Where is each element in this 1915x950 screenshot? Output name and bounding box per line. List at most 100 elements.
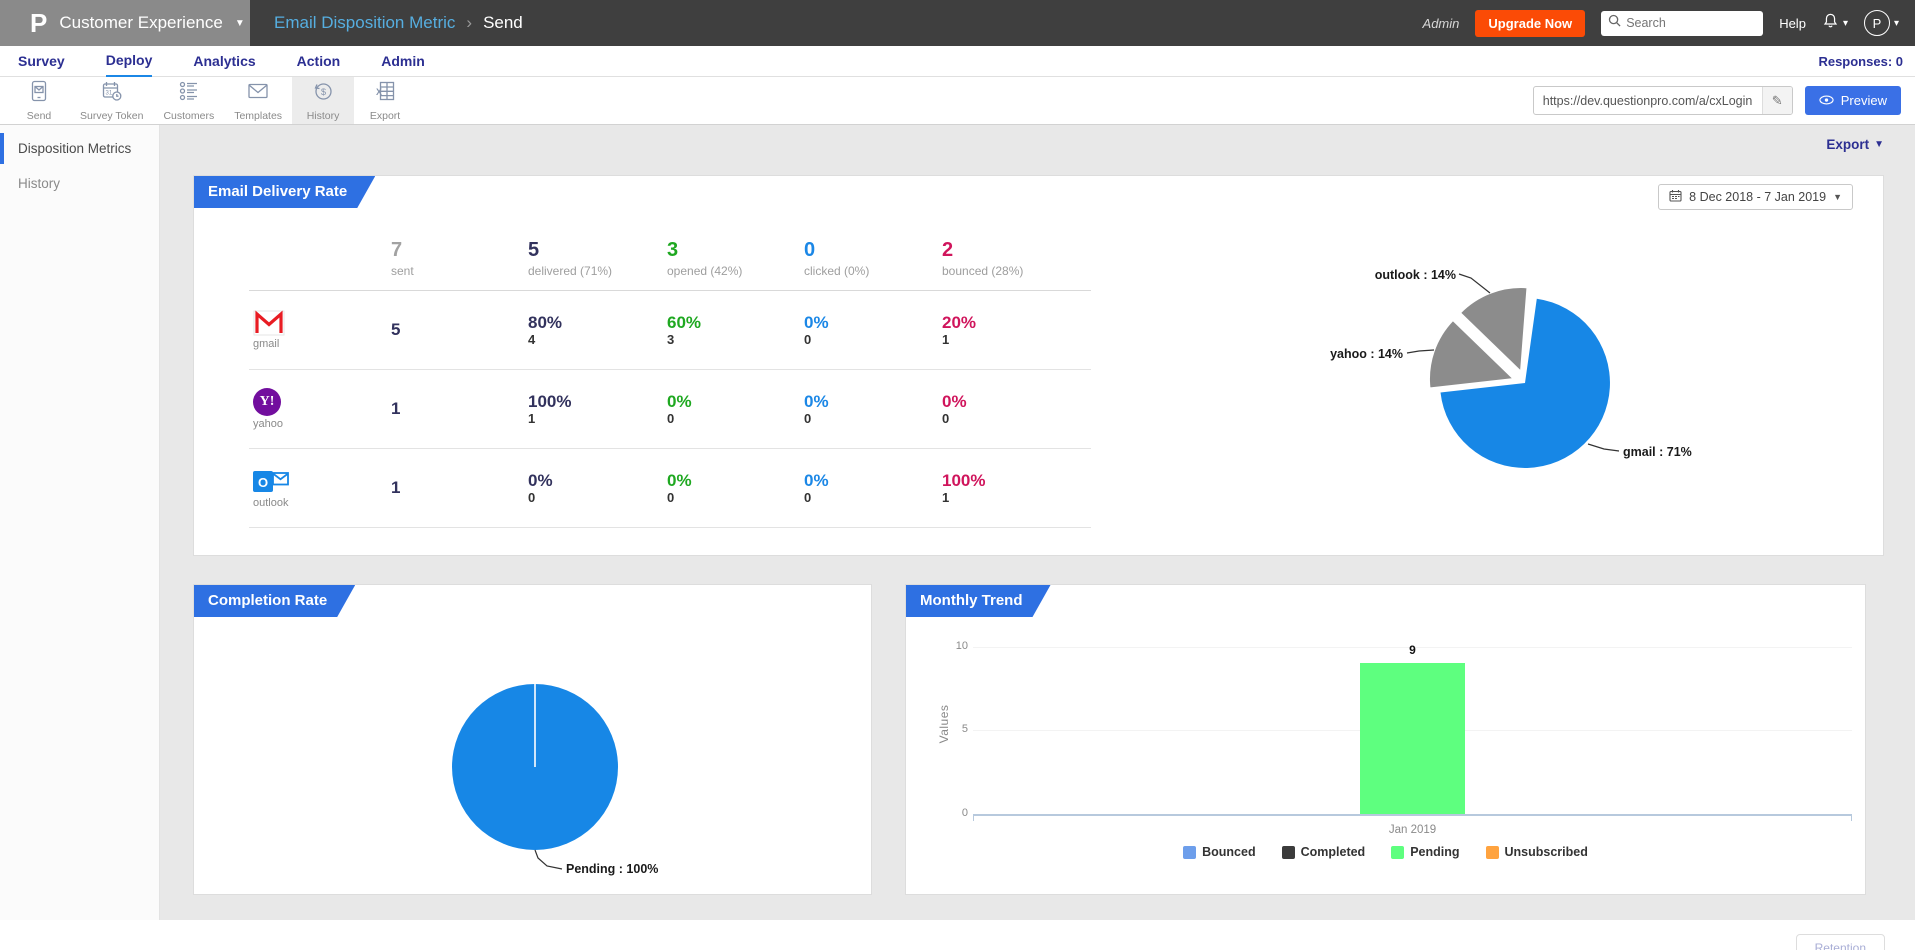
nav-tab-admin[interactable]: Admin: [381, 47, 425, 76]
toolbar-item-send[interactable]: Send: [8, 77, 70, 124]
history-clock-icon: $: [312, 80, 334, 107]
legend-item-bounced[interactable]: Bounced: [1183, 845, 1255, 859]
main-area: Disposition Metrics History Export ▼ Ema…: [0, 125, 1915, 920]
stat-delivered: 5 delivered (71%): [528, 238, 667, 278]
panel-title-ribbon: Completion Rate: [194, 585, 355, 617]
monthly-trend-panel: Monthly Trend Values 10 5 0 9 Jan 2019 B…: [905, 584, 1866, 895]
toolbar-item-templates[interactable]: Templates: [224, 77, 292, 124]
chevron-right-icon: ›: [466, 13, 472, 33]
x-tick-jan2019: Jan 2019: [1310, 824, 1515, 836]
export-label: Export: [1826, 137, 1869, 152]
toolbar-item-label: Export: [370, 110, 400, 122]
nav-tab-analytics[interactable]: Analytics: [193, 47, 255, 76]
bar-value-label: 9: [1360, 643, 1465, 657]
header-actions: Admin Upgrade Now Help ▾ P ▾: [1423, 10, 1915, 37]
breadcrumb-survey-name[interactable]: Email Disposition Metric: [274, 13, 455, 33]
caret-down-icon: ▼: [235, 18, 245, 29]
export-dropdown[interactable]: Export ▼: [1826, 137, 1884, 152]
nav-tab-deploy[interactable]: Deploy: [106, 46, 153, 77]
toolbar-item-label: Send: [27, 110, 52, 122]
table-row-outlook: O outlook 1 0%0 0%0 0%0 100%1: [249, 449, 1091, 528]
stat-opened: 3 opened (42%): [667, 238, 804, 278]
x-axis-line: [973, 814, 1852, 821]
panel-title-ribbon: Monthly Trend: [906, 585, 1051, 617]
stat-sent: 7 sent: [391, 238, 528, 278]
caret-down-icon: ▼: [1833, 192, 1842, 202]
toolbar-item-label: Templates: [234, 110, 282, 122]
edit-pencil-icon[interactable]: ✎: [1762, 87, 1792, 114]
bar-pending-jan2019[interactable]: [1360, 663, 1465, 814]
yahoo-icon: Y!: [253, 388, 281, 416]
nav-tab-action[interactable]: Action: [297, 47, 341, 76]
envelope-icon: [247, 80, 269, 107]
completion-pie-chart: Pending : 100%: [194, 615, 873, 896]
phone-mail-icon: [28, 80, 50, 107]
legend-item-pending[interactable]: Pending: [1391, 845, 1459, 859]
customers-list-icon: [178, 80, 200, 107]
content-area: Export ▼ Email Delivery Rate 8 Dec 2018 …: [160, 125, 1915, 920]
table-row-gmail: gmail 5 80%4 60%3 0%0 20%1: [249, 291, 1091, 370]
completion-rate-panel: Completion Rate Pending : 100%: [193, 584, 872, 895]
nav-tab-survey[interactable]: Survey: [18, 47, 65, 76]
breadcrumb-page-name: Send: [483, 13, 523, 33]
toolbar-item-label: Customers: [163, 110, 214, 122]
sidebar-item-disposition-metrics[interactable]: Disposition Metrics: [0, 133, 159, 164]
bell-icon: [1822, 12, 1839, 34]
sidebar-item-history[interactable]: History: [0, 168, 159, 199]
table-row-yahoo: Y! yahoo 1 100%1 0%0 0%0 0%0: [249, 370, 1091, 449]
account-menu[interactable]: P ▾: [1864, 10, 1899, 36]
legend-swatch-completed: [1282, 846, 1295, 859]
svg-text:31: 31: [105, 90, 112, 96]
global-search[interactable]: [1601, 11, 1763, 36]
pie-label-pending: Pending : 100%: [566, 862, 658, 876]
toolbar-item-customers[interactable]: Customers: [153, 77, 224, 124]
left-sidebar: Disposition Metrics History: [0, 125, 160, 920]
delivery-pie-chart: outlook : 14% yahoo : 14% gmail : 71%: [1238, 221, 1858, 521]
workspace-switcher[interactable]: P Customer Experience ▼: [0, 0, 250, 46]
preview-button-label: Preview: [1841, 93, 1887, 108]
upgrade-now-button[interactable]: Upgrade Now: [1475, 10, 1585, 37]
gmail-icon: [253, 310, 285, 336]
y-tick-10: 10: [938, 640, 968, 652]
caret-down-icon: ▾: [1843, 18, 1848, 29]
svg-text:X: X: [376, 87, 382, 97]
search-icon: [1608, 14, 1621, 32]
toolbar-item-survey-token[interactable]: 31 Survey Token: [70, 77, 153, 124]
notifications-menu[interactable]: ▾: [1822, 12, 1848, 34]
workspace-name: Customer Experience: [59, 13, 222, 33]
pie-label-yahoo: yahoo : 14%: [1330, 347, 1403, 361]
calendar-clock-icon: 31: [101, 80, 123, 107]
primary-nav: Survey Deploy Analytics Action Admin Res…: [0, 46, 1915, 77]
caret-down-icon: ▾: [1894, 18, 1899, 29]
pie-label-gmail: gmail : 71%: [1623, 445, 1692, 459]
legend-item-unsubscribed[interactable]: Unsubscribed: [1486, 845, 1588, 859]
survey-url-input[interactable]: [1534, 94, 1762, 108]
toolbar-item-label: Survey Token: [80, 110, 143, 122]
deploy-toolbar: Send 31 Survey Token Customers Templates…: [0, 77, 1915, 125]
questionpro-logo-icon: P: [30, 10, 47, 36]
admin-label[interactable]: Admin: [1423, 16, 1460, 31]
breadcrumb: Email Disposition Metric › Send: [274, 13, 523, 33]
stat-bounced: 2 bounced (28%): [942, 238, 1091, 278]
avatar: P: [1864, 10, 1890, 36]
svg-text:$: $: [321, 87, 326, 97]
preview-button[interactable]: Preview: [1805, 86, 1901, 115]
toolbar-right: ✎ Preview: [1533, 77, 1915, 124]
excel-export-icon: X: [374, 80, 396, 107]
retention-tab[interactable]: Retention: [1796, 934, 1885, 950]
eye-icon: [1819, 93, 1834, 108]
app-window: P Customer Experience ▼ Email Dispositio…: [0, 0, 1915, 950]
y-tick-0: 0: [938, 807, 968, 819]
outlook-icon: O: [253, 467, 290, 495]
legend-swatch-pending: [1391, 846, 1404, 859]
responses-count: Responses: 0: [1818, 54, 1915, 69]
toolbar-item-history[interactable]: $ History: [292, 77, 354, 124]
help-link[interactable]: Help: [1779, 16, 1806, 31]
legend-swatch-bounced: [1183, 846, 1196, 859]
search-input[interactable]: [1626, 16, 1756, 30]
date-range-value: 8 Dec 2018 - 7 Jan 2019: [1689, 190, 1826, 204]
legend-item-completed[interactable]: Completed: [1282, 845, 1366, 859]
date-range-picker[interactable]: 8 Dec 2018 - 7 Jan 2019 ▼: [1658, 184, 1853, 210]
toolbar-item-export[interactable]: X Export: [354, 77, 416, 124]
footer-strip: Retention: [0, 920, 1915, 950]
